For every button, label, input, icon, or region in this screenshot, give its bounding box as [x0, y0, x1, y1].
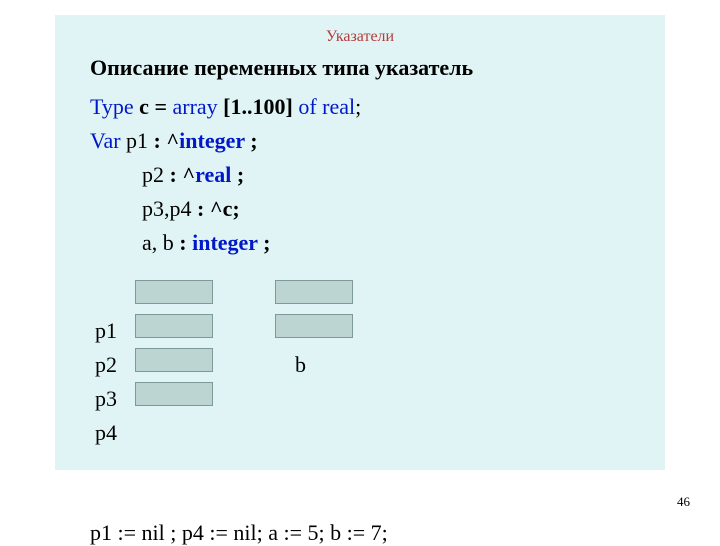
ab-colon: :: [179, 230, 192, 255]
footer-code: p1 := nil ; p4 := nil; a := 5; b := 7;: [90, 520, 388, 546]
box-p3: [135, 348, 213, 372]
p2-name: p2: [142, 162, 170, 187]
ab-name: a, b: [142, 230, 179, 255]
p1-colon-caret: : ^: [154, 128, 180, 153]
lbl-b: b: [295, 348, 306, 382]
section-heading: Описание переменных типа указатель: [90, 55, 473, 81]
kw-type: Type: [90, 94, 134, 119]
kw-real: real: [322, 94, 355, 119]
kw-real-2: real: [195, 162, 231, 187]
p1-name: p1: [121, 128, 154, 153]
array-bounds: [1..100]: [223, 94, 298, 119]
type-name: c: [134, 94, 155, 119]
box-p1: [135, 280, 213, 304]
kw-of: of: [298, 94, 322, 119]
p34-name: p3,p4: [142, 196, 197, 221]
p2-semi: ;: [231, 162, 244, 187]
ab-semi: ;: [258, 230, 271, 255]
slide-title: Указатели: [55, 28, 665, 46]
lbl-p4: p4: [95, 416, 117, 450]
eq: =: [154, 94, 172, 119]
p34-type: : ^c;: [197, 196, 240, 221]
p1-semi: ;: [245, 128, 258, 153]
kw-integer-1: integer: [179, 128, 245, 153]
lbl-p1: p1: [95, 314, 117, 348]
lbl-p2: p2: [95, 348, 117, 382]
lbl-p3: p3: [95, 382, 117, 416]
kw-array: array: [172, 94, 223, 119]
kw-var: Var: [90, 128, 121, 153]
p2-colon-caret: : ^: [170, 162, 196, 187]
box-p4: [135, 382, 213, 406]
page-number: 46: [677, 494, 690, 510]
box-b: [275, 314, 353, 338]
box-p2: [135, 314, 213, 338]
kw-integer-2: integer: [192, 230, 258, 255]
code-block: Type c = array [1..100] of real; Var p1 …: [90, 90, 361, 260]
semi-1: ;: [355, 94, 361, 119]
box-a: [275, 280, 353, 304]
